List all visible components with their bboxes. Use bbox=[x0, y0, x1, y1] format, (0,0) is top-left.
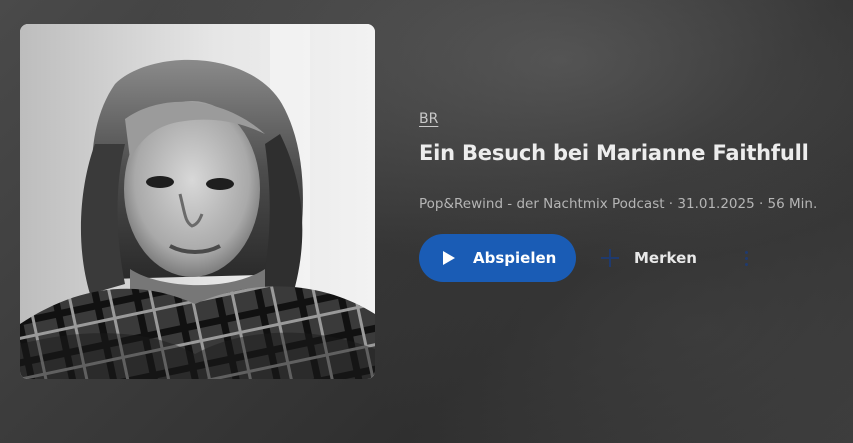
more-vertical-icon-dot bbox=[745, 256, 749, 260]
bookmark-button-label: Merken bbox=[634, 249, 697, 267]
play-icon bbox=[443, 251, 455, 265]
episode-title: Ein Besuch bei Marianne Faithfull bbox=[419, 141, 809, 165]
episode-hero: BR Ein Besuch bei Marianne Faithfull Pop… bbox=[0, 0, 853, 443]
plus-icon bbox=[600, 248, 620, 268]
episode-cover-image bbox=[20, 24, 375, 379]
episode-info: BR Ein Besuch bei Marianne Faithfull Pop… bbox=[419, 108, 839, 213]
more-options-button[interactable] bbox=[737, 242, 757, 274]
broadcaster-link[interactable]: BR bbox=[419, 109, 438, 129]
play-button[interactable]: Abspielen bbox=[419, 234, 576, 282]
episode-actions: Abspielen Merken bbox=[419, 234, 757, 282]
play-button-label: Abspielen bbox=[473, 249, 557, 267]
more-vertical-icon-dot bbox=[745, 262, 749, 266]
more-vertical-icon-dot bbox=[745, 250, 749, 254]
episode-meta: Pop&Rewind - der Nachtmix Podcast · 31.0… bbox=[419, 196, 818, 212]
bookmark-button[interactable]: Merken bbox=[600, 234, 697, 282]
